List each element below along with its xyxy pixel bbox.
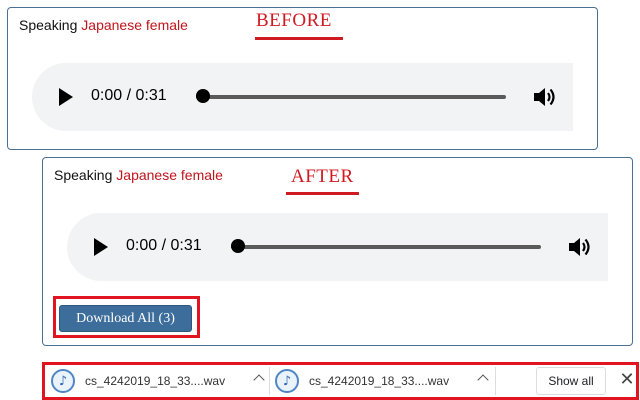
speaking-label: Speaking Japanese female (19, 17, 188, 33)
seek-bar[interactable] (231, 245, 541, 249)
audio-player[interactable]: 0:00 / 0:31 (67, 213, 608, 281)
speaking-text: Speaking (54, 167, 113, 183)
download-all-button[interactable]: Download All (3) (59, 305, 192, 332)
volume-icon[interactable] (532, 85, 558, 109)
download-file-name: cs_4242019_18_33....wav (85, 374, 226, 388)
audio-file-icon: ♪ (51, 369, 75, 393)
before-tag: BEFORE (256, 10, 332, 31)
voice-name: Japanese female (81, 17, 188, 33)
volume-icon[interactable] (567, 235, 593, 259)
download-shelf: ♪ cs_4242019_18_33....wav ♪ cs_4242019_1… (42, 362, 639, 400)
play-icon[interactable] (59, 88, 73, 106)
play-icon[interactable] (94, 238, 108, 256)
shelf-divider (495, 367, 496, 395)
download-item[interactable]: ♪ cs_4242019_18_33....wav (51, 365, 269, 397)
after-tag: AFTER (291, 166, 354, 187)
audio-file-icon: ♪ (275, 369, 299, 393)
time-display: 0:00 / 0:31 (91, 87, 167, 104)
shelf-divider (269, 367, 270, 395)
audio-player[interactable]: 0:00 / 0:31 (32, 63, 573, 131)
chevron-up-icon[interactable] (253, 374, 265, 386)
seek-thumb[interactable] (231, 239, 245, 253)
seek-thumb[interactable] (196, 89, 210, 103)
close-icon[interactable]: ✕ (619, 371, 635, 389)
download-file-name: cs_4242019_18_33....wav (309, 374, 450, 388)
seek-bar[interactable] (196, 95, 506, 99)
before-tag-underline (255, 37, 343, 40)
speaking-label: Speaking Japanese female (54, 167, 223, 183)
after-tag-underline (286, 192, 359, 195)
speaking-text: Speaking (19, 17, 78, 33)
download-item[interactable]: ♪ cs_4242019_18_33....wav (275, 365, 493, 397)
before-panel: Speaking Japanese female BEFORE 0:00 / 0… (7, 7, 598, 150)
voice-name: Japanese female (116, 167, 223, 183)
time-display: 0:00 / 0:31 (126, 237, 202, 254)
show-all-button[interactable]: Show all (536, 367, 606, 395)
chevron-up-icon[interactable] (477, 374, 489, 386)
after-panel: Speaking Japanese female AFTER 0:00 / 0:… (42, 157, 633, 346)
